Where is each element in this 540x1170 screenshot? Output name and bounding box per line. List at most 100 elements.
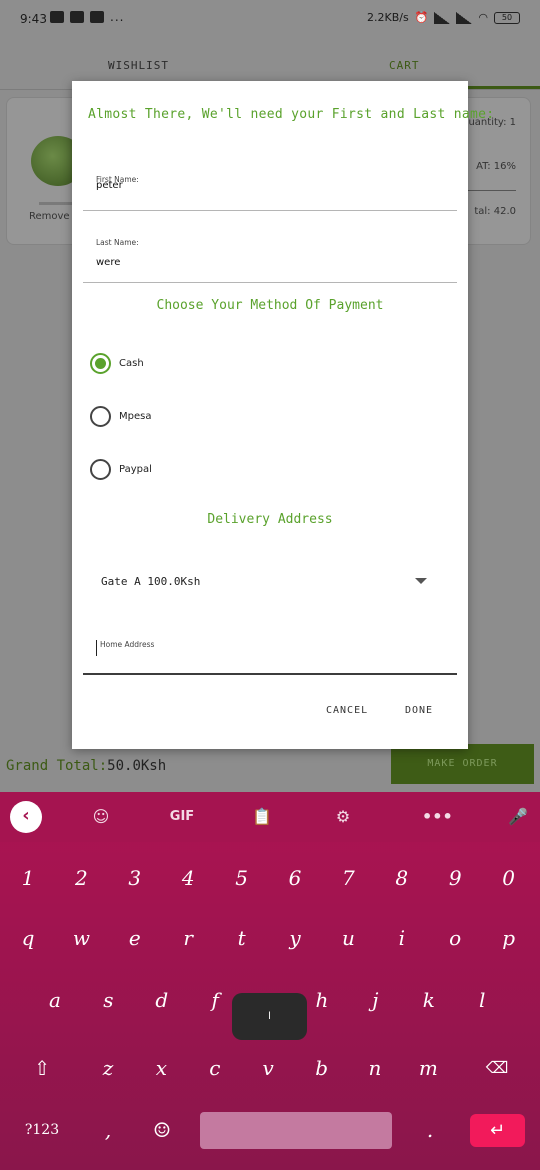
payment-option-label: Cash: [119, 358, 144, 369]
period-key[interactable]: .: [408, 1110, 452, 1150]
emoji-icon[interactable]: ☺: [140, 1110, 184, 1150]
last-name-value: were: [96, 257, 121, 268]
grand-total-value: 50.0Ksh: [107, 758, 167, 774]
tab-wishlist[interactable]: WISHLIST: [108, 59, 169, 72]
notification-icons: ...: [50, 11, 124, 23]
key-c[interactable]: c: [193, 1048, 237, 1088]
checkout-dialog: Almost There, We'll need your First and …: [72, 81, 494, 749]
key-9[interactable]: 9: [433, 858, 477, 898]
status-bar: 9:43 ... 2.2KB/s ⏰ ◠ 50: [0, 0, 540, 40]
payment-option-label: Paypal: [119, 464, 152, 475]
key-k[interactable]: k: [407, 980, 451, 1020]
vat-text: AT: 16%: [476, 161, 516, 172]
text-cursor: [96, 640, 97, 656]
key-n[interactable]: n: [353, 1048, 397, 1088]
key-s[interactable]: s: [86, 980, 130, 1020]
message-icon: [50, 11, 64, 23]
network-speed: 2.2KB/s: [366, 11, 409, 24]
key-3[interactable]: 3: [113, 858, 157, 898]
key-5[interactable]: 5: [220, 858, 264, 898]
key-7[interactable]: 7: [326, 858, 370, 898]
key-4[interactable]: 4: [166, 858, 210, 898]
slack-icon: [90, 11, 104, 23]
more-icon[interactable]: •••: [422, 802, 453, 832]
radio-unchecked-icon[interactable]: [90, 459, 111, 480]
key-8[interactable]: 8: [380, 858, 424, 898]
key-j[interactable]: j: [353, 980, 397, 1020]
payment-option-paypal[interactable]: Paypal: [90, 459, 152, 480]
payment-heading: Choose Your Method Of Payment: [156, 298, 384, 313]
grand-total-label: Grand Total:: [6, 758, 108, 774]
dialog-title: Almost There, We'll need your First and …: [88, 107, 495, 122]
key-6[interactable]: 6: [273, 858, 317, 898]
key-t[interactable]: t: [220, 918, 264, 958]
key-x[interactable]: x: [139, 1048, 183, 1088]
chevron-left-icon[interactable]: ‹: [10, 801, 42, 833]
key-2[interactable]: 2: [59, 858, 103, 898]
home-address-placeholder: Home Address: [100, 640, 155, 649]
last-name-label: Last Name:: [96, 238, 139, 247]
clipboard-icon[interactable]: 📋: [247, 802, 277, 832]
make-order-button[interactable]: MAKE ORDER: [391, 744, 534, 784]
remove-button[interactable]: Remove: [29, 211, 70, 222]
payment-option-mpesa[interactable]: Mpesa: [90, 406, 151, 427]
status-time: 9:43: [20, 12, 47, 26]
key-o[interactable]: o: [433, 918, 477, 958]
gif-button[interactable]: GIF: [160, 802, 204, 832]
wifi-icon: ◠: [478, 11, 488, 24]
delivery-gate-select[interactable]: Gate A 100.0Ksh: [83, 565, 457, 599]
comma-key[interactable]: ,: [86, 1110, 130, 1150]
radio-checked-icon[interactable]: [90, 353, 111, 374]
space-key[interactable]: [200, 1112, 392, 1149]
more-notifications-icon: ...: [110, 10, 125, 24]
soft-keyboard: ‹ ☺ GIF 📋 ⚙ ••• 🎤 1234567890 qwertyuiop as…: [0, 792, 540, 1170]
key-f[interactable]: f: [193, 980, 237, 1020]
key-e[interactable]: e: [113, 918, 157, 958]
first-name-field[interactable]: First Name: peter: [83, 171, 457, 211]
key-1[interactable]: 1: [6, 858, 50, 898]
dropdown-arrow-icon[interactable]: [415, 578, 427, 584]
grand-total: Grand Total:50.0Ksh: [6, 758, 166, 774]
key-a[interactable]: a: [33, 980, 77, 1020]
payment-option-cash[interactable]: Cash: [90, 353, 144, 374]
key-y[interactable]: y: [273, 918, 317, 958]
backspace-key[interactable]: ⌫: [475, 1048, 519, 1088]
payment-option-label: Mpesa: [119, 411, 152, 422]
key-m[interactable]: m: [406, 1048, 450, 1088]
last-name-field[interactable]: Last Name: were: [83, 233, 457, 283]
key-preview-popup: l: [232, 993, 307, 1040]
key-q[interactable]: q: [6, 918, 50, 958]
home-address-field[interactable]: Home Address: [83, 629, 457, 675]
screen: 9:43 ... 2.2KB/s ⏰ ◠ 50 WISHLIST CART Re…: [0, 0, 540, 1170]
key-u[interactable]: u: [326, 918, 370, 958]
key-p[interactable]: p: [487, 918, 531, 958]
key-l[interactable]: l: [460, 980, 504, 1020]
message-icon: [70, 11, 84, 23]
sticker-icon[interactable]: ☺: [86, 802, 116, 832]
key-0[interactable]: 0: [487, 858, 531, 898]
key-i[interactable]: i: [380, 918, 424, 958]
delivery-gate-value: Gate A 100.0Ksh: [101, 575, 201, 588]
gear-icon[interactable]: ⚙: [328, 802, 358, 832]
key-v[interactable]: v: [246, 1048, 290, 1088]
key-d[interactable]: d: [140, 980, 184, 1020]
microphone-icon[interactable]: 🎤: [503, 802, 533, 832]
keyboard-toolbar: ‹ ☺ GIF 📋 ⚙ ••• 🎤: [0, 792, 540, 842]
battery-icon: 50: [494, 11, 520, 24]
tab-cart[interactable]: CART: [389, 59, 420, 72]
delivery-heading: Delivery Address: [207, 512, 333, 527]
status-right: 2.2KB/s ⏰ ◠ 50: [367, 11, 520, 24]
radio-unchecked-icon[interactable]: [90, 406, 111, 427]
key-w[interactable]: w: [59, 918, 103, 958]
done-button[interactable]: DONE: [405, 705, 433, 716]
signal-icon: [434, 11, 451, 24]
cancel-button[interactable]: CANCEL: [326, 705, 368, 716]
item-total-text: tal: 42.0: [474, 206, 516, 217]
symbols-key[interactable]: ?123: [20, 1110, 64, 1150]
key-z[interactable]: z: [86, 1048, 130, 1088]
shift-key[interactable]: ⇧: [20, 1048, 64, 1088]
key-b[interactable]: b: [300, 1048, 344, 1088]
enter-key[interactable]: ↵: [470, 1114, 525, 1147]
signal-icon: [456, 11, 473, 24]
key-r[interactable]: r: [166, 918, 210, 958]
